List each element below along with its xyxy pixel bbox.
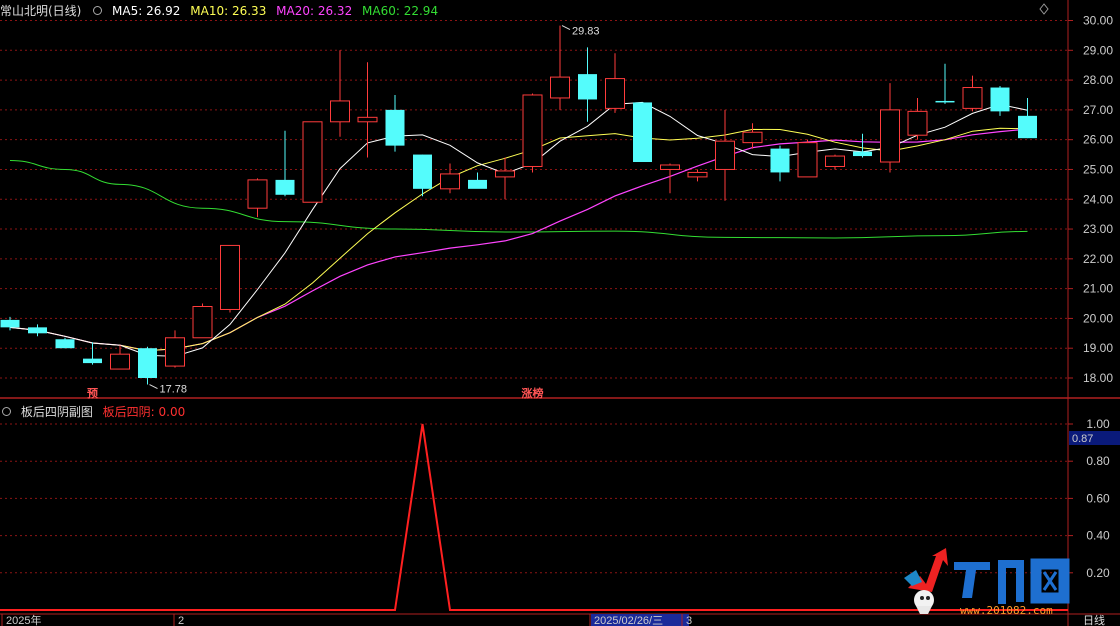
- ma20-line: [9, 128, 1028, 352]
- candle-up[interactable]: [165, 337, 185, 367]
- candle-down[interactable]: [770, 148, 790, 173]
- candle-down[interactable]: [990, 87, 1010, 112]
- candle-down[interactable]: [468, 179, 487, 189]
- candle-up[interactable]: [330, 100, 350, 123]
- candle-down[interactable]: [0, 319, 20, 328]
- candle-down[interactable]: [853, 151, 872, 157]
- kline-chart-area[interactable]: 30.00 29.00 28.00 27.00 26.00 25.00 24.00 23.00…: [0, 0, 1120, 626]
- time-axis-label: 2: [178, 615, 184, 626]
- price-tick-label: 21.00: [1083, 282, 1113, 296]
- price-tick-label: 20.00: [1083, 311, 1113, 325]
- candle-up[interactable]: [880, 109, 900, 163]
- indicator-tick-label: 0.40: [1086, 529, 1110, 543]
- candle-up[interactable]: [907, 110, 928, 136]
- candle-up[interactable]: [357, 116, 378, 123]
- candle-up[interactable]: [110, 353, 130, 370]
- price-tick-label: 25.00: [1083, 162, 1113, 176]
- candle-down[interactable]: [83, 358, 102, 364]
- current-value-text: 0.87: [1072, 433, 1093, 445]
- candle-down[interactable]: [138, 348, 157, 378]
- signal-marker[interactable]: 涨榜: [522, 386, 544, 400]
- low-pointer: [149, 384, 158, 390]
- high-pointer: [561, 25, 571, 31]
- candle-down[interactable]: [55, 339, 75, 349]
- candle-up[interactable]: [660, 164, 680, 170]
- price-tick-label: 18.00: [1083, 371, 1113, 385]
- candle-down[interactable]: [275, 179, 295, 195]
- ma60-line: [9, 160, 1028, 239]
- wangu-logo: www.201082.com: [904, 548, 1070, 617]
- indicator-tick-label: 0.80: [1086, 454, 1110, 468]
- candle-down[interactable]: [578, 74, 597, 100]
- candle-up[interactable]: [825, 155, 845, 167]
- candle-up[interactable]: [440, 173, 460, 190]
- candle-up[interactable]: [962, 87, 983, 109]
- candle-up[interactable]: [247, 179, 268, 209]
- indicator-name[interactable]: 板后四阴副图: [21, 405, 93, 419]
- price-tick-label: 24.00: [1083, 192, 1113, 206]
- low-price-label: 17.78: [160, 384, 188, 396]
- indicator-header: 板后四阴副图 板后四阴: 0.00: [0, 403, 191, 420]
- stock-name[interactable]: 常山北明(日线): [0, 4, 81, 18]
- price-tick-label: 23.00: [1083, 222, 1113, 236]
- signal-marker[interactable]: 预: [87, 386, 98, 400]
- candle-up[interactable]: [302, 121, 323, 203]
- candle-up[interactable]: [687, 171, 708, 178]
- ma5-label: MA5: 26.92: [112, 4, 181, 18]
- price-tick-label: 19.00: [1083, 341, 1113, 355]
- price-tick-label: 22.00: [1083, 252, 1113, 266]
- candle-up[interactable]: [550, 76, 570, 99]
- candle-up[interactable]: [715, 140, 735, 170]
- indicator-settings-icon[interactable]: [2, 407, 11, 416]
- candle-up[interactable]: [220, 244, 240, 310]
- candle-up[interactable]: [495, 170, 515, 178]
- high-price-label: 29.83: [572, 26, 600, 38]
- indicator-tick-label: 0.60: [1086, 491, 1110, 505]
- indicator-tick-label: 1.00: [1086, 417, 1110, 431]
- candle-down[interactable]: [935, 100, 955, 103]
- price-tick-label: 27.00: [1083, 103, 1113, 117]
- main-chart-header: 常山北明(日线) MA5: 26.92 MA10: 26.33 MA20: 26…: [0, 2, 444, 19]
- candle-down[interactable]: [385, 109, 405, 146]
- candle-up[interactable]: [742, 131, 763, 144]
- time-axis-label: 3: [686, 615, 692, 626]
- svg-text:www.201082.com: www.201082.com: [960, 604, 1053, 617]
- price-tick-label: 29.00: [1083, 43, 1113, 57]
- candle-up[interactable]: [605, 78, 625, 109]
- ma5-line: [9, 101, 1028, 357]
- ma60-label: MA60: 22.94: [362, 4, 439, 18]
- price-tick-label: 26.00: [1083, 133, 1113, 147]
- ma10-label: MA10: 26.33: [190, 4, 267, 18]
- settings-circle-icon[interactable]: [93, 6, 103, 15]
- candle-up[interactable]: [797, 142, 818, 178]
- indicator-value: 板后四阴: 0.00: [102, 405, 186, 419]
- candle-up[interactable]: [522, 94, 543, 167]
- collapse-diamond-icon[interactable]: [1039, 3, 1049, 15]
- price-tick-label: 30.00: [1083, 14, 1113, 28]
- candle-down[interactable]: [633, 102, 652, 163]
- ma10-line: [9, 127, 1028, 352]
- time-axis-label: 2025年: [6, 613, 41, 626]
- candle-down[interactable]: [28, 327, 47, 334]
- candle-down[interactable]: [413, 154, 432, 189]
- ma20-label: MA20: 26.32: [276, 4, 353, 18]
- time-axis-label: 2025/02/26/三: [594, 615, 663, 626]
- candle-up[interactable]: [192, 306, 213, 339]
- candle-down[interactable]: [1018, 115, 1037, 139]
- price-tick-label: 28.00: [1083, 73, 1113, 87]
